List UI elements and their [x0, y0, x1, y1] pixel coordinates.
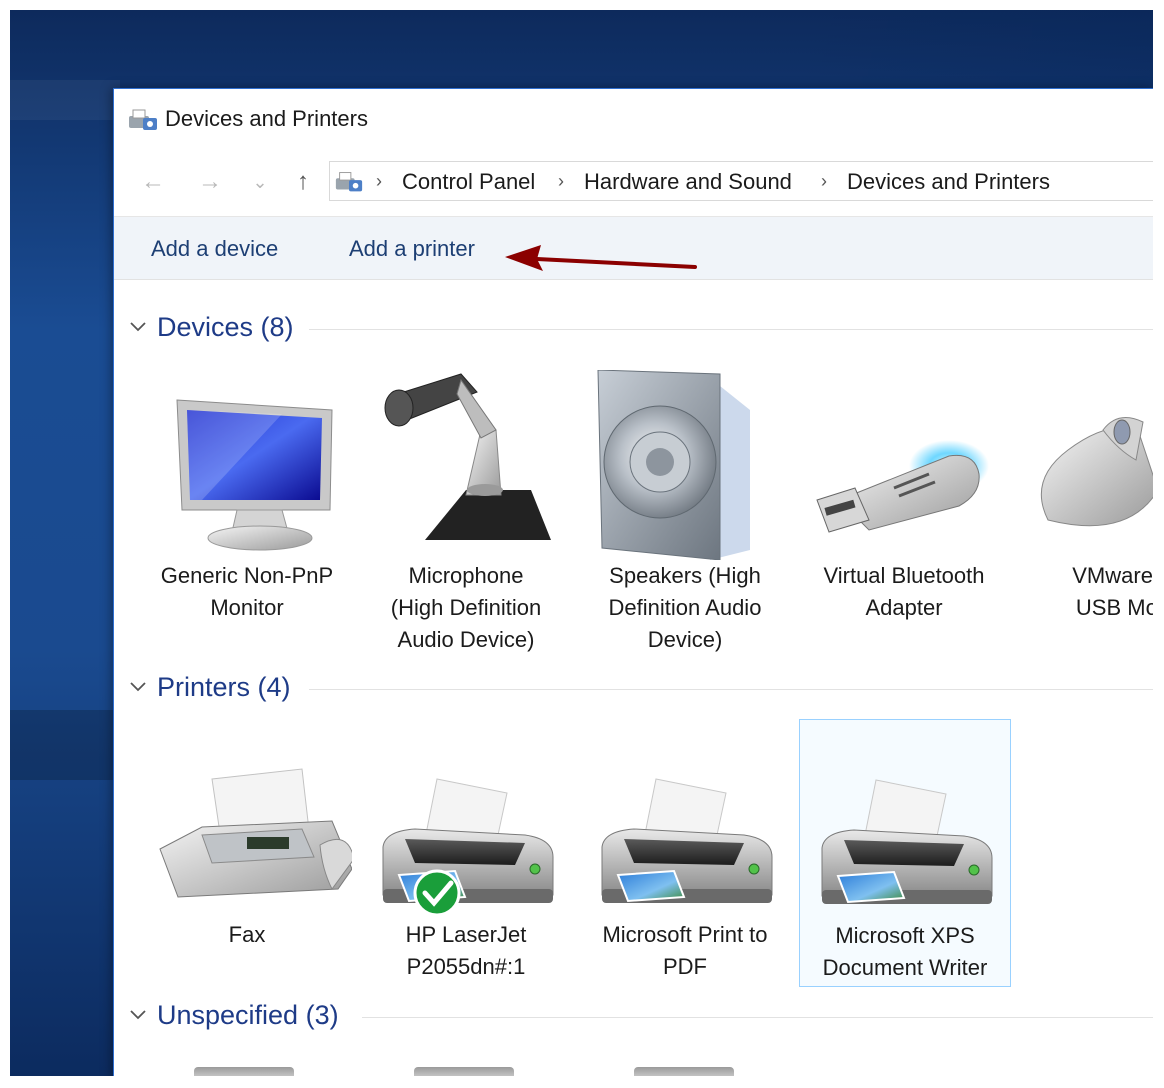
add-device-button[interactable]: Add a device	[151, 236, 278, 262]
group-title-devices: Devices (8)	[157, 312, 294, 342]
forward-arrow-icon[interactable]: →	[195, 167, 225, 197]
printer-label: Microsoft XPS Document Writer	[822, 923, 988, 980]
printer-tile-print-to-pdf[interactable]: Microsoft Print to PDF	[580, 729, 790, 983]
address-bar[interactable]: › Control Panel › Hardware and Sound › D…	[329, 161, 1153, 201]
device-label: Speakers (High Definition Audio Device)	[608, 563, 762, 652]
monitor-icon	[176, 399, 333, 551]
breadcrumb-devices-and-printers[interactable]: Devices and Printers	[847, 169, 1050, 195]
devices-group-header[interactable]: Devices (8)	[114, 312, 1153, 348]
default-printer-check-icon	[413, 869, 461, 917]
speaker-icon	[597, 369, 750, 561]
breadcrumb-separator-icon[interactable]: ›	[821, 171, 827, 192]
printer-icon	[601, 778, 773, 904]
usb-bluetooth-icon	[816, 440, 989, 533]
devices-printers-app-icon	[129, 109, 157, 130]
printer-icon	[382, 778, 554, 917]
printer-label: HP LaserJet P2055dn#:1	[405, 922, 527, 979]
unspecified-device-icon	[194, 1067, 294, 1076]
breadcrumb-control-panel[interactable]: Control Panel	[402, 169, 535, 195]
annotation-arrow	[505, 245, 697, 271]
up-arrow-icon[interactable]: ↑	[288, 167, 318, 197]
back-arrow-icon[interactable]: ←	[138, 167, 168, 197]
device-tile-monitor[interactable]: Generic Non-PnP Monitor	[142, 370, 352, 624]
add-printer-button[interactable]: Add a printer	[349, 236, 475, 262]
device-tile-microphone[interactable]: Microphone (High Definition Audio Device…	[361, 370, 571, 656]
printer-label: Fax	[228, 922, 266, 947]
screenshot-frame: Devices and Printers ← → ⌄ ↑ › Control P…	[10, 10, 1153, 1076]
title-bar[interactable]: Devices and Printers	[114, 89, 1153, 149]
group-title-unspecified: Unspecified (3)	[157, 1000, 339, 1030]
unspecified-device-icon	[414, 1067, 514, 1076]
printer-tile-fax[interactable]: Fax	[142, 729, 355, 951]
unspecified-device-icon	[634, 1067, 734, 1076]
recent-locations-chevron-icon[interactable]: ⌄	[245, 167, 275, 197]
device-tile-usb-mouse[interactable]: VMware V USB Mou	[1018, 370, 1153, 624]
microphone-icon	[384, 373, 551, 540]
devices-and-printers-window: Devices and Printers ← → ⌄ ↑ › Control P…	[113, 88, 1153, 1076]
group-title-printers: Printers (4)	[157, 672, 291, 702]
chevron-down-icon[interactable]	[128, 316, 148, 336]
unspecified-group-header[interactable]: Unspecified (3)	[114, 1000, 1153, 1036]
device-tile-speakers[interactable]: Speakers (High Definition Audio Device)	[580, 369, 790, 656]
printers-group-header[interactable]: Printers (4)	[114, 672, 1153, 708]
devices-printers-location-icon	[335, 172, 363, 192]
window-title: Devices and Printers	[165, 106, 368, 131]
device-label: Generic Non-PnP Monitor	[160, 563, 334, 620]
breadcrumb-separator-icon[interactable]: ›	[558, 171, 564, 192]
device-tile-bluetooth-adapter[interactable]: Virtual Bluetooth Adapter	[799, 370, 1009, 624]
navigation-row: ← → ⌄ ↑ › Control Panel › Hardware and S…	[114, 161, 1153, 209]
printer-tile-hp-laserjet[interactable]: HP LaserJet P2055dn#:1	[361, 729, 571, 983]
device-label: Microphone (High Definition Audio Device…	[390, 563, 542, 652]
printer-icon	[821, 779, 993, 905]
breadcrumb-hardware-and-sound[interactable]: Hardware and Sound	[584, 169, 792, 195]
fax-icon	[159, 768, 355, 898]
device-label: VMware V USB Mou	[1072, 563, 1153, 620]
printer-tile-xps-writer[interactable]: Microsoft XPS Document Writer	[799, 719, 1011, 987]
mouse-icon	[1040, 417, 1153, 527]
printer-label: Microsoft Print to PDF	[602, 922, 768, 979]
chevron-down-icon[interactable]	[128, 1004, 148, 1024]
breadcrumb-separator-icon[interactable]: ›	[376, 171, 382, 192]
device-label: Virtual Bluetooth Adapter	[823, 563, 985, 620]
chevron-down-icon[interactable]	[128, 676, 148, 696]
